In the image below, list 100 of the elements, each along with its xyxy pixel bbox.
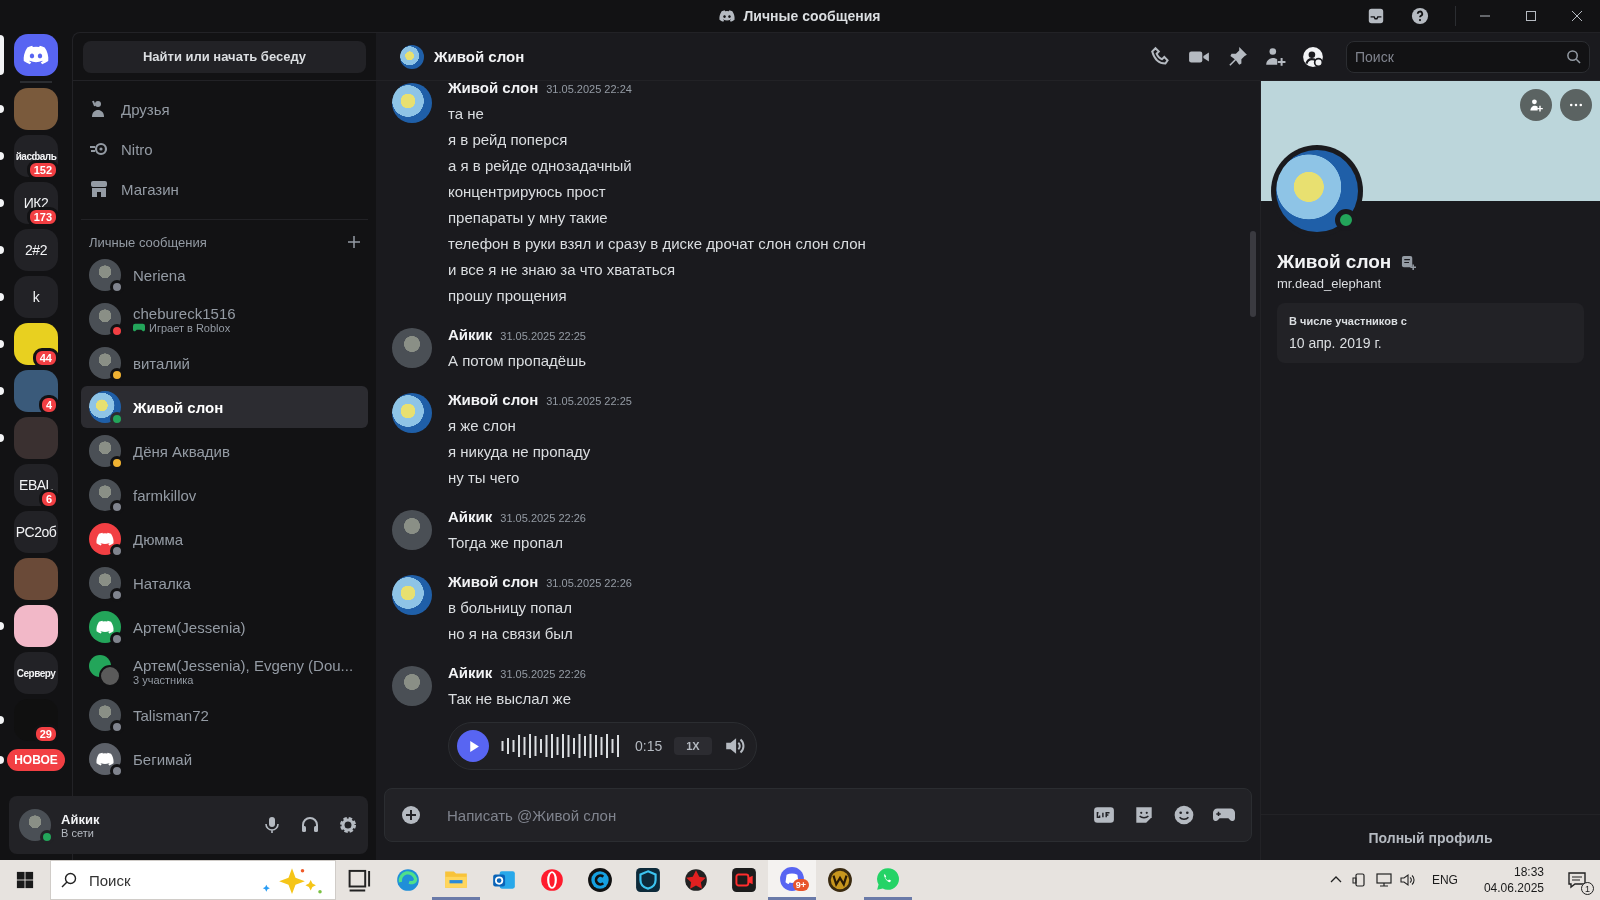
- server-name: йасфаль: [15, 150, 57, 162]
- contact-name: Talisman72: [133, 706, 209, 724]
- start-icon[interactable]: [16, 871, 34, 889]
- direct-message-item[interactable]: Артем(Jessenia), Evgeny (Dou... 3 участника: [81, 650, 368, 692]
- device-icon[interactable]: [1351, 872, 1368, 888]
- c-logo-icon[interactable]: [587, 867, 613, 893]
- close-icon[interactable]: [1571, 10, 1583, 22]
- clock-date: 04.06.2025: [1483, 880, 1544, 896]
- message-text: прошу прощения: [448, 286, 568, 306]
- message-composer[interactable]: Написать @Живой слон: [384, 788, 1252, 842]
- server-list-item[interactable]: 44: [0, 323, 72, 365]
- add-note-icon[interactable]: [1401, 254, 1417, 270]
- author-name[interactable]: Айкик: [448, 664, 493, 681]
- contact-name: Артем(Jessenia), Evgeny (Dou...: [133, 656, 354, 674]
- unread-indicator: [0, 105, 4, 113]
- server-icon[interactable]: [14, 605, 58, 647]
- window-title: Личные сообщения: [743, 8, 881, 24]
- server-icon[interactable]: 2#2: [14, 229, 58, 271]
- direct-message-item[interactable]: chebureck1516 Играет в Roblox: [81, 298, 368, 340]
- message-text: Так не выслал же: [448, 689, 572, 709]
- server-list-item[interactable]: 29: [0, 699, 72, 741]
- nav-item[interactable]: Магазин: [81, 169, 368, 209]
- server-list-item[interactable]: 2#2: [0, 229, 72, 271]
- full-profile-link[interactable]: Полный профиль: [1362, 828, 1499, 847]
- server-list-item[interactable]: EBAL 6: [0, 464, 72, 506]
- server-icon[interactable]: [14, 34, 58, 76]
- section-heading: Личные сообщения: [89, 234, 207, 250]
- author-name[interactable]: Живой слон: [448, 81, 539, 96]
- author-name[interactable]: Живой слон: [448, 573, 539, 590]
- direct-message-item[interactable]: Дёня Аквадив: [81, 430, 368, 472]
- author-name[interactable]: Живой слон: [448, 391, 539, 408]
- add-friend-icon[interactable]: [1264, 45, 1286, 68]
- nav-item[interactable]: Nitro: [81, 129, 368, 169]
- server-icon[interactable]: k: [14, 276, 58, 318]
- avatar: [89, 347, 121, 379]
- server-icon[interactable]: PC2об: [14, 511, 58, 553]
- play-button[interactable]: [457, 730, 489, 762]
- pin-icon[interactable]: [1226, 45, 1248, 68]
- shield-icon[interactable]: [635, 867, 661, 893]
- settings-icon[interactable]: [338, 815, 358, 835]
- task-view-icon[interactable]: [347, 867, 373, 893]
- add-attachment-icon[interactable]: [401, 805, 421, 825]
- maximize-icon[interactable]: [1525, 10, 1537, 22]
- sticker-icon[interactable]: [1133, 804, 1155, 826]
- server-list-item[interactable]: Серверу: [0, 652, 72, 694]
- plus-icon[interactable]: [348, 236, 360, 248]
- discord-logo-icon: [719, 10, 736, 22]
- search-icon: [61, 872, 77, 888]
- search-field[interactable]: Поиск: [1346, 40, 1590, 73]
- help-icon[interactable]: [1411, 7, 1429, 25]
- direct-message-item[interactable]: Дюмма: [81, 518, 368, 560]
- find-conversation-button[interactable]: Найти или начать беседу: [83, 40, 366, 73]
- playback-speed-button[interactable]: 1X: [674, 737, 712, 755]
- direct-message-item[interactable]: Наталка: [81, 562, 368, 604]
- w-logo-icon[interactable]: [827, 867, 853, 893]
- server-list-item[interactable]: k: [0, 276, 72, 318]
- avatar: [392, 328, 432, 368]
- server-icon[interactable]: Серверу: [14, 652, 58, 694]
- author-name[interactable]: Айкик: [448, 326, 493, 343]
- message-text: та не: [448, 104, 485, 124]
- notification-center-icon[interactable]: [1567, 870, 1587, 890]
- avatar: [392, 666, 432, 706]
- avatar: [89, 479, 121, 511]
- microphone-icon[interactable]: [262, 815, 282, 835]
- search-icon: [1566, 48, 1581, 64]
- emoji-icon[interactable]: [1173, 804, 1195, 826]
- ring-logo-icon[interactable]: [539, 867, 565, 893]
- server-list-item[interactable]: йасфаль 152: [0, 135, 72, 177]
- author-name[interactable]: Айкик: [448, 508, 493, 525]
- gif-icon[interactable]: [1093, 804, 1115, 826]
- direct-message-item[interactable]: farmkillov: [81, 474, 368, 516]
- direct-message-item[interactable]: виталий: [81, 342, 368, 384]
- browser-icon[interactable]: [395, 867, 421, 893]
- network-icon[interactable]: [1375, 872, 1392, 888]
- search-input[interactable]: Поиск: [87, 870, 247, 890]
- direct-message-item[interactable]: Talisman72: [81, 694, 368, 736]
- nav-item[interactable]: Друзья: [81, 89, 368, 129]
- user-profile-icon[interactable]: [1302, 45, 1324, 68]
- star-emblem-icon[interactable]: [683, 867, 709, 893]
- volume-icon[interactable]: [1399, 872, 1416, 888]
- server-list-item[interactable]: 4: [0, 370, 72, 412]
- language-indicator[interactable]: ENG: [1431, 873, 1458, 887]
- message-input[interactable]: Написать @Живой слон: [445, 805, 1075, 825]
- member-count: 3 участника: [133, 673, 194, 686]
- direct-message-item[interactable]: Бегимай: [81, 738, 368, 780]
- avatar: [392, 393, 432, 433]
- recorder-icon[interactable]: [731, 867, 757, 893]
- direct-message-item[interactable]: Neriena: [81, 254, 368, 296]
- inbox-icon[interactable]: [1367, 7, 1385, 25]
- server-list-item[interactable]: НОВОЕ: [0, 746, 72, 774]
- timestamp: 31.05.2025 22:24: [546, 83, 632, 95]
- server-list-item[interactable]: PC2об: [0, 511, 72, 553]
- phone-icon[interactable]: [1150, 45, 1172, 68]
- headphones-icon[interactable]: [300, 815, 320, 835]
- taskbar-search-field[interactable]: Поиск: [50, 860, 336, 900]
- direct-message-item[interactable]: Артем(Jessenia): [81, 606, 368, 648]
- direct-message-item[interactable]: Живой слон: [81, 386, 368, 428]
- message-text: А потом пропадёшь: [448, 351, 587, 371]
- add-friend-icon: [1528, 97, 1544, 113]
- new-badge[interactable]: НОВОЕ: [7, 749, 65, 771]
